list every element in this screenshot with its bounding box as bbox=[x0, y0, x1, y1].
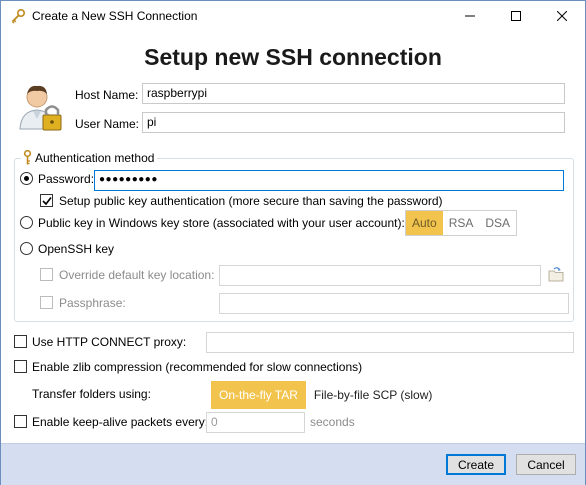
close-icon bbox=[557, 11, 567, 21]
key-type-rsa[interactable]: RSA bbox=[443, 211, 480, 235]
key-type-dsa[interactable]: DSA bbox=[479, 211, 516, 235]
minimize-icon bbox=[465, 15, 475, 17]
authentication-legend: Authentication method bbox=[21, 150, 158, 165]
transfer-folders-label: Transfer folders using: bbox=[32, 387, 151, 401]
maximize-button[interactable] bbox=[493, 1, 539, 31]
openssh-key-radio[interactable] bbox=[20, 242, 33, 255]
passphrase-checkbox[interactable] bbox=[40, 296, 53, 309]
openssh-key-label: OpenSSH key bbox=[38, 242, 115, 256]
password-label: Password: bbox=[38, 172, 95, 186]
windows-key-store-radio[interactable] bbox=[20, 216, 33, 229]
http-proxy-checkbox[interactable] bbox=[14, 335, 27, 348]
user-name-field[interactable]: pi bbox=[142, 112, 565, 133]
keep-alive-checkbox[interactable] bbox=[14, 415, 27, 428]
host-name-label: Host Name: bbox=[75, 88, 139, 102]
page-title: Setup new SSH connection bbox=[144, 44, 442, 70]
transfer-on-the-fly-tar[interactable]: On-the-fly TAR bbox=[211, 381, 306, 409]
user-lock-icon bbox=[19, 83, 65, 133]
passphrase-field[interactable] bbox=[219, 293, 569, 314]
close-button[interactable] bbox=[539, 1, 585, 31]
ssh-key-icon bbox=[10, 8, 26, 24]
zlib-compression-label: Enable zlib compression (recommended for… bbox=[32, 360, 363, 374]
http-proxy-field[interactable] bbox=[206, 332, 574, 353]
passphrase-label: Passphrase: bbox=[59, 296, 126, 310]
keep-alive-unit-label: seconds bbox=[310, 415, 355, 429]
keep-alive-label: Enable keep-alive packets every: bbox=[32, 415, 209, 429]
override-key-location-checkbox[interactable] bbox=[40, 268, 53, 281]
cancel-button-label: Cancel bbox=[527, 457, 565, 472]
host-name-field[interactable]: raspberrypi bbox=[142, 83, 565, 104]
setup-public-key-label: Setup public key authentication (more se… bbox=[59, 194, 443, 208]
cancel-button[interactable]: Cancel bbox=[516, 454, 576, 475]
zlib-compression-checkbox[interactable] bbox=[14, 360, 27, 373]
key-type-selector: Auto RSA DSA bbox=[405, 210, 518, 236]
key-location-field[interactable] bbox=[219, 265, 541, 286]
maximize-icon bbox=[511, 11, 521, 21]
minimize-button[interactable] bbox=[447, 1, 493, 31]
authentication-legend-label: Authentication method bbox=[35, 150, 155, 165]
password-radio[interactable] bbox=[20, 172, 33, 185]
title-bar: Create a New SSH Connection bbox=[1, 1, 585, 31]
user-name-label: User Name: bbox=[75, 117, 140, 131]
create-button-label: Create bbox=[457, 457, 495, 472]
override-key-location-label: Override default key location: bbox=[59, 268, 215, 282]
password-field[interactable]: ●●●●●●●●● bbox=[94, 170, 564, 191]
create-button[interactable]: Create bbox=[446, 454, 506, 475]
browse-folder-icon[interactable] bbox=[548, 267, 566, 286]
keep-alive-interval-field[interactable]: 0 bbox=[206, 412, 305, 433]
ssh-connection-dialog: Create a New SSH Connection Setup new SS… bbox=[0, 0, 586, 485]
http-proxy-label: Use HTTP CONNECT proxy: bbox=[32, 335, 187, 349]
setup-public-key-checkbox[interactable] bbox=[40, 194, 53, 207]
transfer-file-by-file-scp[interactable]: File-by-file SCP (slow) bbox=[306, 381, 440, 409]
checkmark-icon bbox=[42, 197, 52, 206]
window-title: Create a New SSH Connection bbox=[32, 9, 198, 23]
transfer-mode-selector: On-the-fly TAR File-by-file SCP (slow) bbox=[211, 381, 440, 409]
key-type-auto[interactable]: Auto bbox=[406, 211, 443, 235]
key-icon bbox=[23, 150, 32, 165]
windows-key-store-label: Public key in Windows key store (associa… bbox=[38, 216, 405, 230]
